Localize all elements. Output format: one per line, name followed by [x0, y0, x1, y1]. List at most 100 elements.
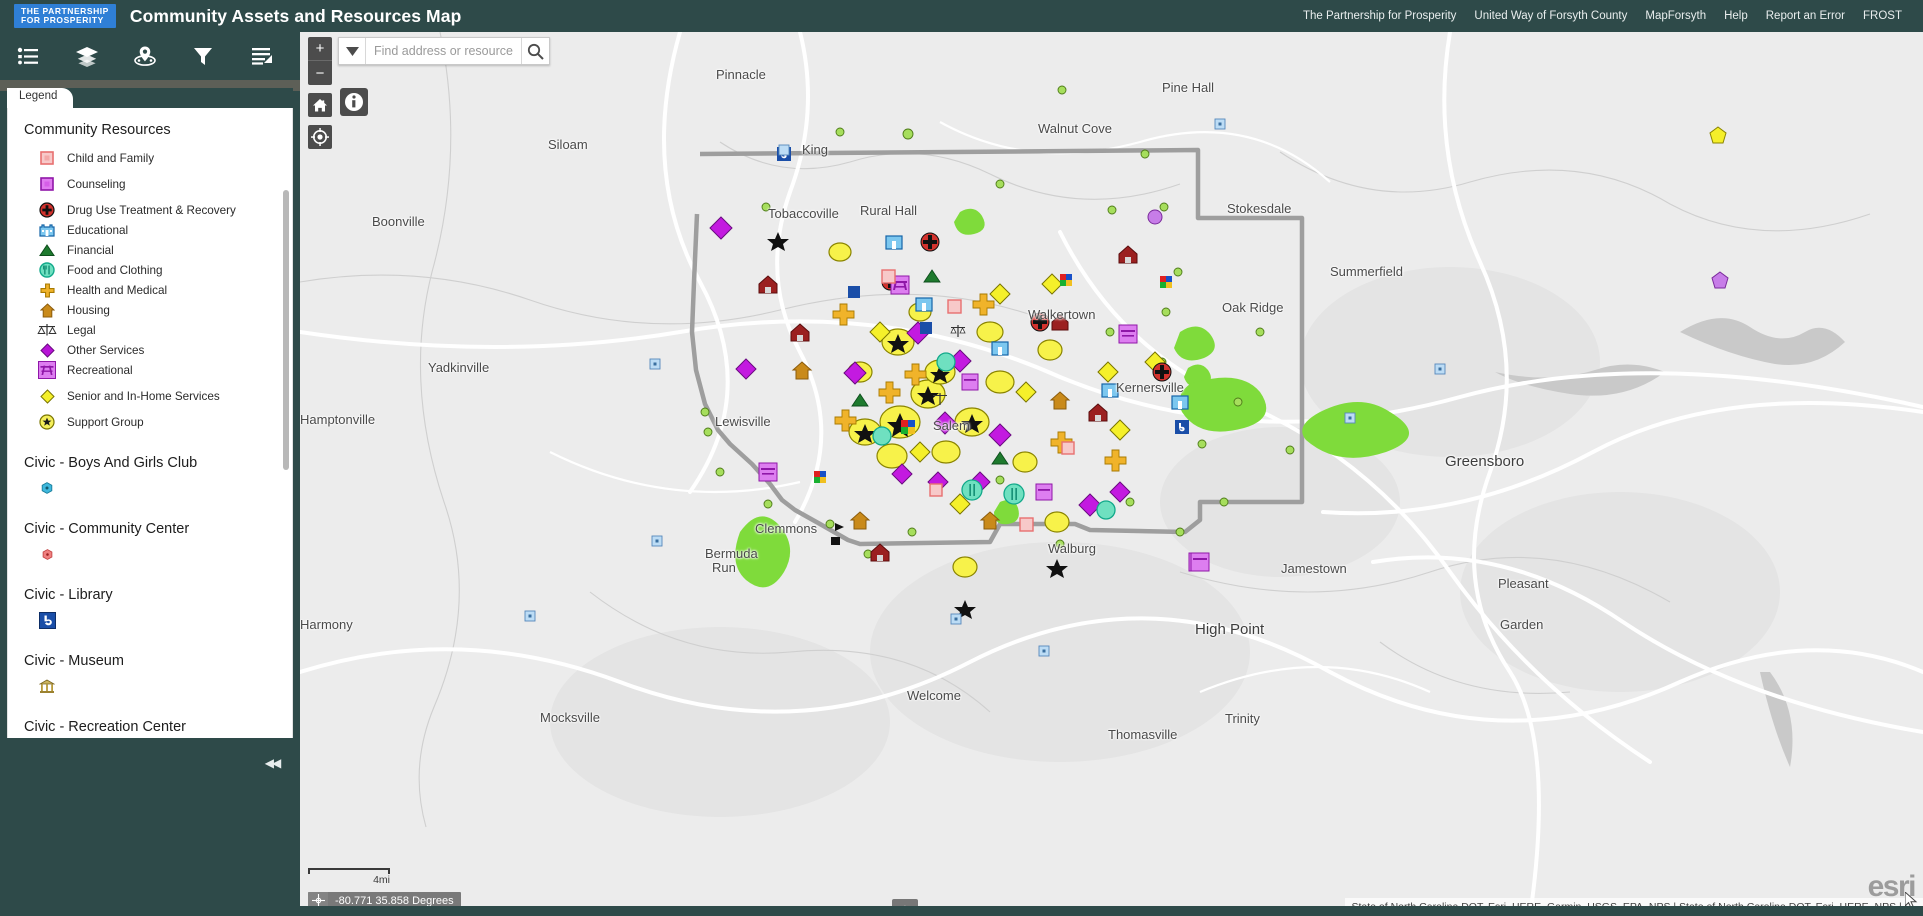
library-symbol-icon	[36, 611, 58, 629]
page-title: Community Assets and Resources Map	[130, 6, 461, 27]
layers-stack-icon	[75, 45, 99, 67]
nav-link-united-way[interactable]: United Way of Forsyth County	[1465, 10, 1636, 22]
zoom-out-button[interactable]: −	[308, 61, 332, 85]
health-medical-symbol-icon	[36, 281, 58, 299]
basemap-tool-button[interactable]	[116, 36, 174, 76]
map-pin-globe-icon	[132, 45, 158, 67]
home-icon	[312, 98, 328, 113]
nav-link-report-error[interactable]: Report an Error	[1757, 10, 1854, 22]
legend-scroll-area: Community Resources Child and Family Cou…	[8, 108, 292, 738]
legend-group-title-museum: Civic - Museum	[24, 653, 278, 669]
legend-item-recreational[interactable]: Recreational	[24, 361, 278, 379]
search-widget[interactable]	[338, 37, 550, 65]
attribute-table-icon	[250, 46, 272, 66]
legend-label: Other Services	[67, 344, 144, 357]
legend-panel: Community Resources Child and Family Cou…	[7, 108, 293, 738]
legend-item-educational[interactable]: Educational	[24, 221, 278, 239]
legend-tabstrip: Legend	[7, 88, 293, 108]
home-button[interactable]	[308, 93, 332, 117]
legend-group-title-recreation-center: Civic - Recreation Center	[24, 719, 278, 735]
nav-link-frost[interactable]: FROST	[1854, 10, 1911, 22]
legend-scrollbar[interactable]	[283, 190, 289, 470]
map-zoom-controls: + −	[308, 37, 332, 149]
legend-item-drug-use-treatment[interactable]: Drug Use Treatment & Recovery	[24, 201, 278, 219]
legend-label: Support Group	[67, 416, 144, 429]
search-icon	[527, 43, 544, 60]
locate-icon	[311, 128, 329, 146]
legend-label: Child and Family	[67, 152, 154, 165]
legend-group-title-library: Civic - Library	[24, 587, 278, 603]
app-header: THE PARTNERSHIP FOR PROSPERITY Community…	[0, 0, 1923, 32]
food-clothing-symbol-icon	[36, 261, 58, 279]
chevron-down-icon	[346, 47, 359, 56]
locate-button[interactable]	[308, 125, 332, 149]
recreational-picnic-symbol-icon	[36, 361, 58, 379]
map-feature-layer[interactable]	[300, 32, 1923, 916]
legend-item-senior-in-home[interactable]: Senior and In-Home Services	[24, 387, 278, 405]
attribute-table-tool-button[interactable]	[232, 36, 290, 76]
legend-item-support-group[interactable]: Support Group	[24, 413, 278, 431]
senior-services-symbol-icon	[36, 387, 58, 405]
scale-bar: 4mi	[308, 868, 390, 886]
legend-label: Recreational	[67, 364, 133, 377]
legend-label: Health and Medical	[67, 284, 167, 297]
legend-group-title-community-center: Civic - Community Center	[24, 521, 278, 537]
search-input[interactable]	[366, 38, 521, 64]
legend-label: Housing	[67, 304, 110, 317]
left-panel: Legend Community Resources Child and Fam…	[0, 32, 300, 916]
legend-item-food-and-clothing[interactable]: Food and Clothing	[24, 261, 278, 279]
info-icon	[344, 92, 364, 112]
widget-toolbar	[0, 32, 300, 80]
legend-label: Drug Use Treatment & Recovery	[67, 204, 236, 217]
map-canvas[interactable]: PinnaclePine HallKingWalnut CoveSiloamTo…	[300, 32, 1923, 916]
other-services-symbol-icon	[36, 341, 58, 359]
counseling-symbol-icon	[36, 175, 58, 193]
scale-bar-label: 4mi	[308, 874, 390, 886]
legend-item-health-and-medical[interactable]: Health and Medical	[24, 281, 278, 299]
legend-item-boys-girls-club[interactable]	[24, 479, 278, 497]
collapse-panel-button[interactable]: ◀◀	[259, 752, 285, 774]
community-center-symbol-icon	[36, 545, 58, 563]
legend-list-icon	[17, 46, 41, 66]
legend-item-counseling[interactable]: Counseling	[24, 175, 278, 193]
nav-link-help[interactable]: Help	[1715, 10, 1757, 22]
legend-label: Educational	[67, 224, 128, 237]
search-submit-button[interactable]	[521, 38, 549, 64]
legend-item-other-services[interactable]: Other Services	[24, 341, 278, 359]
housing-symbol-icon	[36, 301, 58, 319]
child-family-symbol-icon	[36, 149, 58, 167]
nav-link-partnership[interactable]: The Partnership for Prosperity	[1294, 10, 1465, 22]
legend-item-museum[interactable]	[24, 677, 278, 695]
search-source-dropdown[interactable]	[339, 38, 366, 64]
legend-item-legal[interactable]: Legal	[24, 321, 278, 339]
partnership-logo[interactable]: THE PARTNERSHIP FOR PROSPERITY	[14, 4, 116, 28]
header-nav: The Partnership for Prosperity United Wa…	[1294, 10, 1911, 22]
legend-label: Legal	[67, 324, 96, 337]
legend-group-title-community-resources: Community Resources	[24, 122, 278, 138]
filter-tool-button[interactable]	[174, 36, 232, 76]
logo-line-2: FOR PROSPERITY	[21, 16, 109, 25]
app-root: THE PARTNERSHIP FOR PROSPERITY Community…	[0, 0, 1923, 916]
legal-scales-symbol-icon	[36, 321, 58, 339]
legend-tool-button[interactable]	[0, 36, 58, 76]
legend-label: Food and Clothing	[67, 264, 163, 277]
support-group-symbol-icon	[36, 413, 58, 431]
museum-symbol-icon	[36, 677, 58, 695]
legend-item-library[interactable]	[24, 611, 278, 629]
boys-girls-club-symbol-icon	[36, 479, 58, 497]
zoom-in-button[interactable]: +	[308, 37, 332, 61]
tab-legend[interactable]: Legend	[7, 88, 73, 108]
financial-symbol-icon	[36, 241, 58, 259]
legend-item-child-and-family[interactable]: Child and Family	[24, 149, 278, 167]
panel-footer: ◀◀	[7, 738, 293, 916]
info-button[interactable]	[340, 88, 368, 116]
legend-item-community-center[interactable]	[24, 545, 278, 563]
funnel-filter-icon	[192, 45, 214, 67]
layers-tool-button[interactable]	[58, 36, 116, 76]
legend-label: Counseling	[67, 178, 125, 191]
educational-symbol-icon	[36, 221, 58, 239]
legend-item-financial[interactable]: Financial	[24, 241, 278, 259]
nav-link-mapforsyth[interactable]: MapForsyth	[1636, 10, 1715, 22]
legend-group-title-boys-girls-club: Civic - Boys And Girls Club	[24, 455, 278, 471]
legend-item-housing[interactable]: Housing	[24, 301, 278, 319]
